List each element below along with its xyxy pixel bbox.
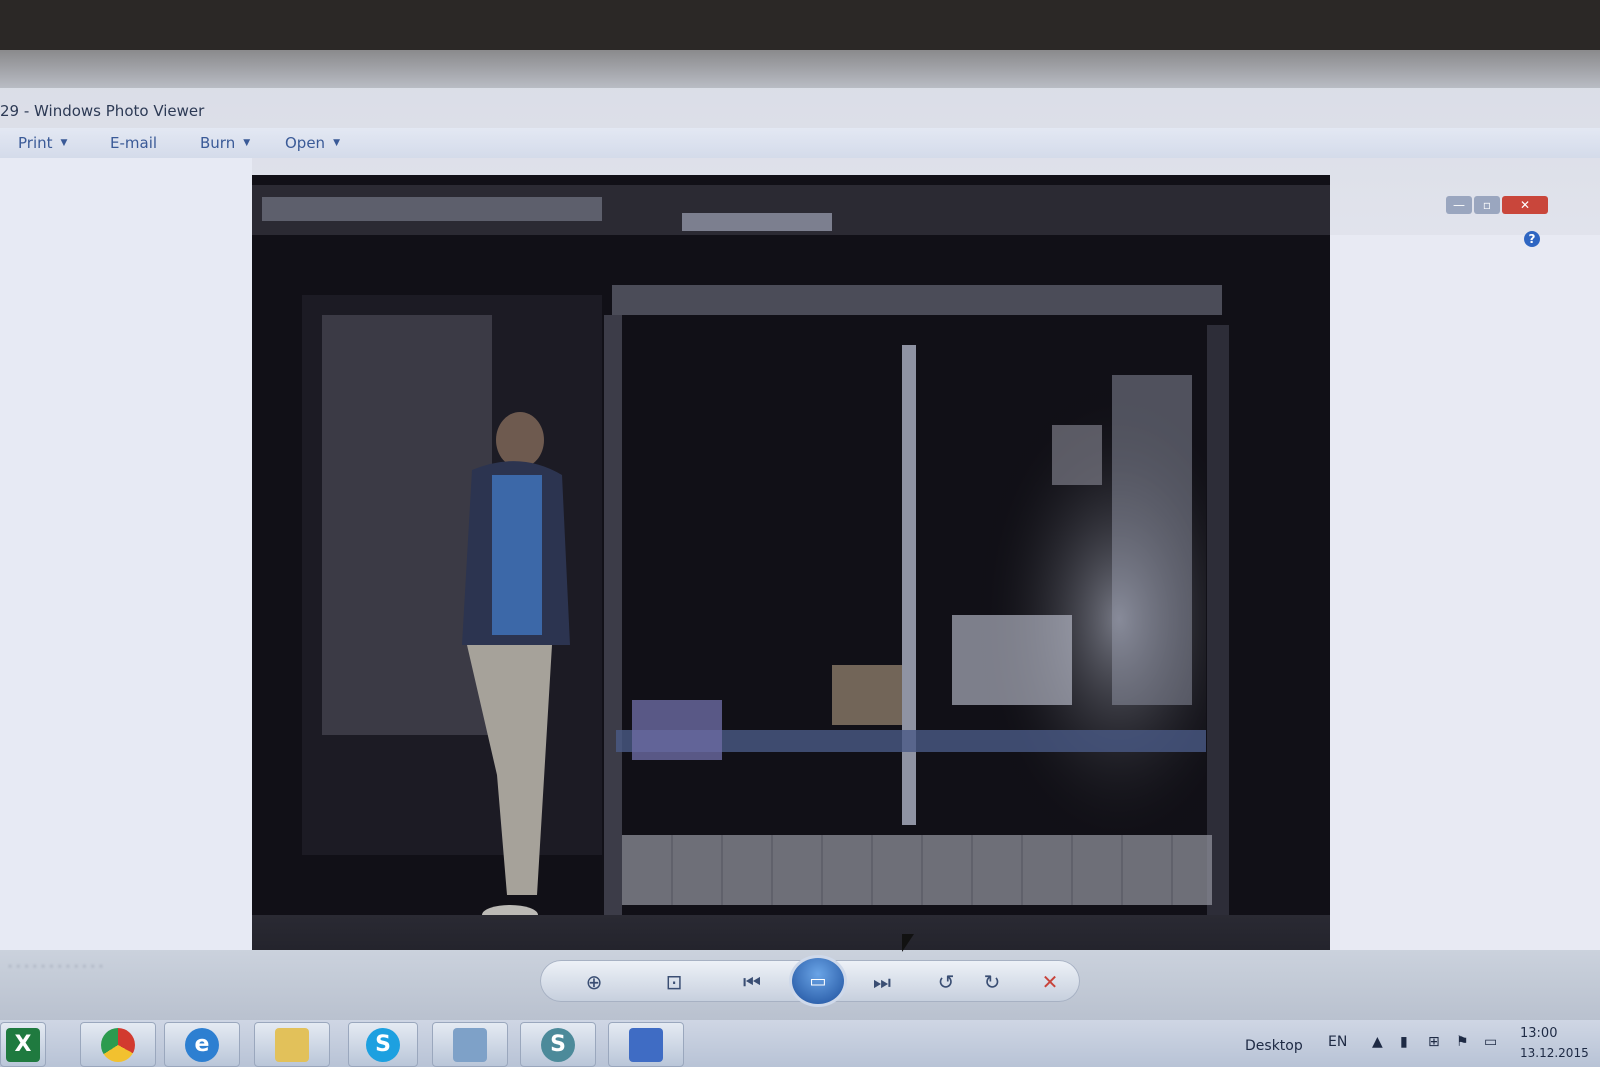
show-hidden-icons-icon[interactable]: ▲ bbox=[1372, 1034, 1383, 1050]
playback-control-bar: · · · · · · · · · · · · ⊕ ⊡ ⏮ ▭ ⏭ ↺ ↻ ✕ bbox=[0, 950, 1600, 1020]
chrome-icon bbox=[101, 1027, 135, 1062]
network-tray-icon[interactable]: ▮ bbox=[1400, 1034, 1408, 1050]
help-icon[interactable]: ? bbox=[1524, 231, 1540, 247]
previous-icon[interactable]: ⏮ bbox=[738, 968, 766, 996]
minimize-button[interactable]: — bbox=[1446, 196, 1472, 214]
slideshow-icon[interactable]: ▭ bbox=[792, 958, 844, 1004]
print-menu[interactable]: Print ▼ bbox=[18, 134, 67, 152]
clock-time[interactable]: 13:00 bbox=[1520, 1026, 1557, 1041]
email-menu[interactable]: E-mail bbox=[110, 134, 157, 152]
viewer-background-left bbox=[0, 158, 252, 998]
displayed-photo bbox=[252, 175, 1330, 1005]
shopfront-photo bbox=[252, 175, 1330, 1005]
excel-icon: X bbox=[6, 1027, 40, 1062]
action-center-flag-icon[interactable]: ⚑ bbox=[1456, 1034, 1469, 1050]
burn-menu[interactable]: Burn ▼ bbox=[200, 134, 250, 152]
taskbar-network[interactable] bbox=[608, 1022, 684, 1067]
delete-icon[interactable]: ✕ bbox=[1036, 968, 1064, 996]
network-icon bbox=[629, 1027, 663, 1062]
clock-date[interactable]: 13.12.2015 bbox=[1520, 1046, 1589, 1060]
language-indicator[interactable]: EN bbox=[1328, 1034, 1347, 1050]
taskbar-explorer[interactable] bbox=[254, 1022, 330, 1067]
snagit-icon: S bbox=[541, 1027, 575, 1062]
skype-icon: S bbox=[366, 1027, 400, 1062]
viewer-background-right bbox=[1330, 235, 1600, 995]
rotate-clockwise-icon[interactable]: ↻ bbox=[978, 968, 1006, 996]
taskbar-excel[interactable]: X bbox=[0, 1022, 46, 1067]
actual-size-icon[interactable]: ⊡ bbox=[660, 968, 688, 996]
maximize-button[interactable]: ▫ bbox=[1474, 196, 1500, 214]
taskbar-snagit[interactable]: S bbox=[520, 1022, 596, 1067]
print-label: Print bbox=[18, 134, 53, 152]
taskbar-skype[interactable]: S bbox=[348, 1022, 418, 1067]
taskbar-ie[interactable]: e bbox=[164, 1022, 240, 1067]
window-controls: — ▫ ✕ bbox=[1446, 196, 1548, 214]
explorer-icon bbox=[275, 1027, 309, 1062]
next-icon[interactable]: ⏭ bbox=[868, 968, 896, 996]
open-label: Open bbox=[285, 134, 326, 152]
ie-icon: e bbox=[185, 1027, 219, 1062]
mouse-cursor-icon bbox=[902, 934, 914, 952]
open-menu[interactable]: Open ▼ bbox=[285, 134, 340, 152]
taskbar: X e S S Desktop EN ▲ ▮ ⊞ ⚑ ▭ 13:00 13.12… bbox=[0, 1020, 1600, 1067]
taskbar-photo-viewer[interactable] bbox=[432, 1022, 508, 1067]
projected-screen: 29 - Windows Photo Viewer Print ▼ E-mail… bbox=[0, 50, 1600, 1067]
window-title: 29 - Windows Photo Viewer bbox=[0, 102, 205, 120]
chevron-down-icon: ▼ bbox=[243, 138, 251, 148]
desktop-toolbar-label[interactable]: Desktop bbox=[1245, 1038, 1303, 1054]
burn-label: Burn bbox=[200, 134, 236, 152]
email-label: E-mail bbox=[110, 134, 158, 152]
status-blur-left: · · · · · · · · · · · · bbox=[8, 960, 104, 975]
taskbar-chrome[interactable] bbox=[80, 1022, 156, 1067]
display-tray-icon[interactable]: ▭ bbox=[1484, 1034, 1497, 1050]
windows-icon[interactable]: ⊞ bbox=[1428, 1034, 1440, 1050]
photo-viewer-icon bbox=[453, 1027, 487, 1062]
close-button[interactable]: ✕ bbox=[1502, 196, 1548, 214]
chevron-down-icon: ▼ bbox=[60, 138, 68, 148]
command-bar: Print ▼ E-mail Burn ▼ Open ▼ bbox=[0, 128, 1600, 158]
chevron-down-icon: ▼ bbox=[333, 138, 340, 148]
zoom-icon[interactable]: ⊕ bbox=[580, 968, 608, 996]
rotate-counterclockwise-icon[interactable]: ↺ bbox=[932, 968, 960, 996]
